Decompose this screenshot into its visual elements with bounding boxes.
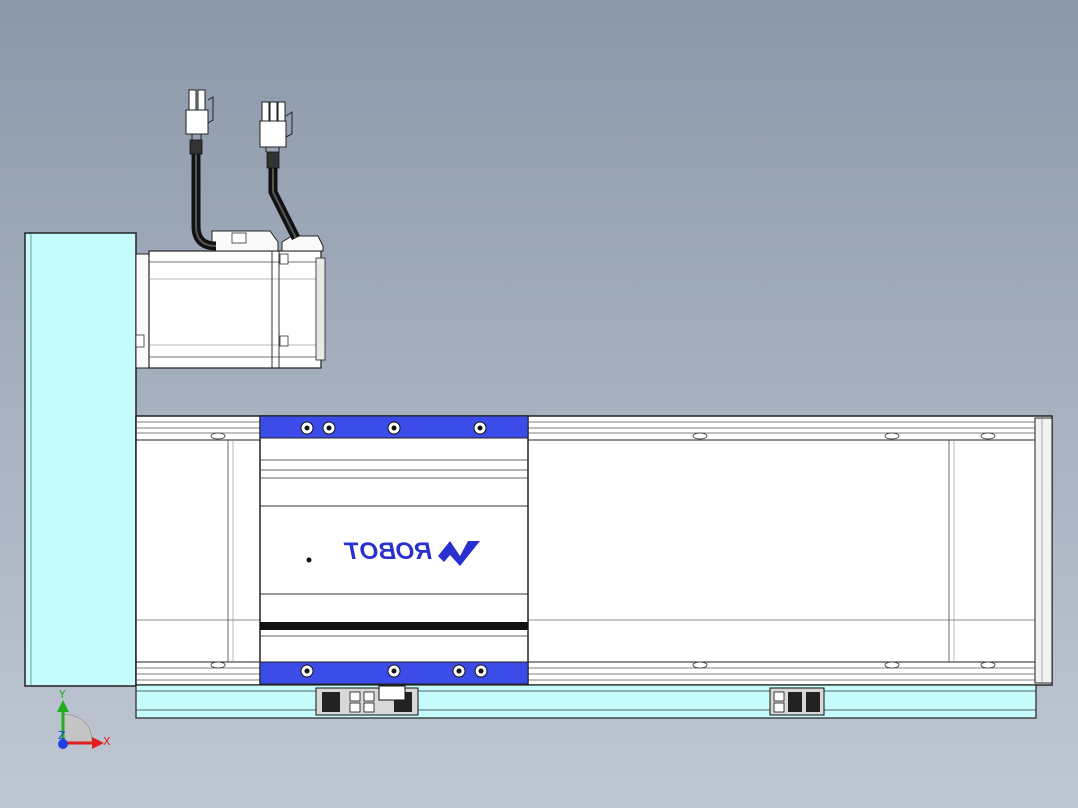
z-axis-label: Z xyxy=(58,729,66,742)
carriage: ROBOT xyxy=(259,415,529,685)
cable-connector-icon xyxy=(259,101,293,152)
mounting-plate xyxy=(24,232,137,687)
triad-axis-icon: X Y Z xyxy=(57,688,111,749)
screw-icon xyxy=(300,664,314,678)
screw-icon xyxy=(452,664,466,678)
carriage-belt-slot xyxy=(260,622,528,630)
x-axis-label: X xyxy=(103,735,111,748)
servo-motor xyxy=(135,230,326,369)
triad-plane xyxy=(62,713,93,743)
cable-boot xyxy=(266,151,280,169)
motor-flange-notch xyxy=(135,334,145,348)
base-rail-body xyxy=(135,684,1037,719)
cad-drawing: ROBOT X Y Z xyxy=(24,89,1053,749)
logo-registered-dot xyxy=(306,557,312,563)
motor-tab xyxy=(279,253,289,265)
screw-icon xyxy=(473,421,487,435)
cable-connector-icon xyxy=(185,89,214,140)
cable-boot xyxy=(189,139,203,155)
screw-icon xyxy=(387,664,401,678)
brand-logo-text: ROBOT xyxy=(343,538,432,565)
limit-sensor xyxy=(315,685,419,716)
cable-sheath xyxy=(268,166,301,241)
limit-sensor xyxy=(769,687,825,716)
y-axis-arrowhead xyxy=(57,700,69,712)
motor-connector-box xyxy=(231,232,247,244)
module-end-cap xyxy=(1034,417,1053,684)
screw-icon xyxy=(474,664,488,678)
base-rail xyxy=(135,684,1037,719)
motor-flange xyxy=(135,253,151,369)
y-axis-label: Y xyxy=(58,688,66,701)
motor-body xyxy=(148,250,322,369)
screw-icon xyxy=(322,421,336,435)
power-cable xyxy=(185,89,217,251)
motor-end-cap xyxy=(315,257,326,361)
screw-icon xyxy=(300,421,314,435)
screw-icon xyxy=(387,421,401,435)
motor-tab xyxy=(279,335,289,347)
encoder-cable xyxy=(259,101,301,241)
motor-connector-housing xyxy=(281,235,324,252)
